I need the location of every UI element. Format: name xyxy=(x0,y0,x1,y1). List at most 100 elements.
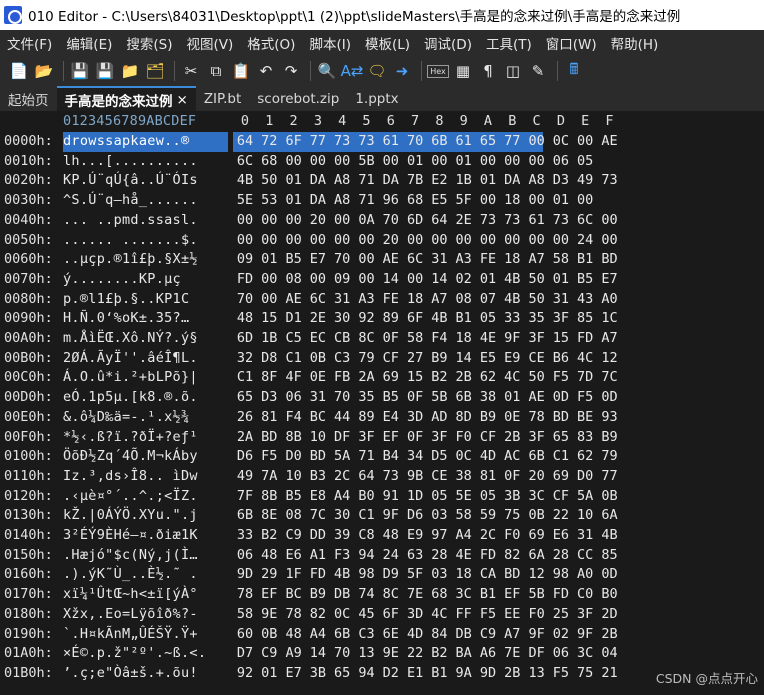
hex-byte[interactable]: BD xyxy=(257,428,281,448)
hex-byte[interactable]: 7C xyxy=(598,368,622,388)
hex-byte[interactable]: 61 xyxy=(525,211,549,231)
hex-byte[interactable]: 0E xyxy=(306,368,330,388)
hex-byte[interactable]: D8 xyxy=(257,349,281,369)
hex-byte[interactable]: 00 xyxy=(355,250,379,270)
hex-byte[interactable]: 3F xyxy=(549,309,573,329)
hex-byte[interactable]: 43 xyxy=(573,290,597,310)
hex-byte[interactable]: E7 xyxy=(306,250,330,270)
hex-byte[interactable]: A8 xyxy=(330,191,354,211)
hex-byte[interactable]: 75 xyxy=(500,506,524,526)
hex-byte[interactable]: 6C xyxy=(233,152,257,172)
cut-icon[interactable]: ✂ xyxy=(180,60,202,82)
hex-byte[interactable]: 24 xyxy=(379,546,403,566)
hex-byte[interactable]: 02 xyxy=(452,270,476,290)
hex-byte[interactable]: 3C xyxy=(452,585,476,605)
hex-byte[interactable]: 58 xyxy=(403,329,427,349)
menu-item[interactable]: 脚本(I) xyxy=(302,33,358,53)
hex-byte[interactable]: B6 xyxy=(549,349,573,369)
hex-byte[interactable]: EF xyxy=(257,585,281,605)
hex-row[interactable]: 0090h: H.Ñ.0‘%oK±.35?… 48 15 D1 2E 30 92 89 6F 4B B… xyxy=(0,309,764,329)
hex-row[interactable]: 00A0h: m.ÅìËŒ.Xô.NÝ?.ý§ 6D 1B C5 EC CB 8C 0F 58 F4… xyxy=(0,329,764,349)
ascii-text[interactable]: xï¼¹ÛtŒ~h<±ï[ýÀ° xyxy=(63,585,228,605)
hex-byte[interactable]: 98 xyxy=(355,565,379,585)
hex-byte[interactable]: F5 xyxy=(549,664,573,684)
hex-byte[interactable]: D9 xyxy=(379,565,403,585)
hex-byte[interactable]: 8D xyxy=(452,408,476,428)
hex-byte[interactable]: 05 xyxy=(476,487,500,507)
hex-row[interactable]: 0060h: ..µçp.®1î£þ.§X±½ 09 01 B5 E7 70 00 AE 6C 31… xyxy=(0,250,764,270)
hex-byte[interactable]: B9 xyxy=(427,349,451,369)
hex-byte[interactable]: 02 xyxy=(549,625,573,645)
hex-row[interactable]: 01A0h: ×É©.p.ž"²º'.~ß.<. D7 C9 A9 14 70 13 9E 22 B… xyxy=(0,644,764,664)
hex-byte[interactable]: 58 xyxy=(452,506,476,526)
redo-icon[interactable]: ↷ xyxy=(280,60,302,82)
ascii-text[interactable]: .Hæjó"$c(Ný,j(Ì… xyxy=(63,546,228,566)
hex-byte[interactable]: 00 xyxy=(525,152,549,172)
hex-byte[interactable]: 50 xyxy=(525,368,549,388)
find-icon[interactable]: 🔍 xyxy=(316,60,338,82)
menu-item[interactable]: 工具(T) xyxy=(479,33,539,53)
hex-byte[interactable]: 75 xyxy=(573,664,597,684)
hex-byte[interactable]: 00 xyxy=(282,231,306,251)
hex-byte[interactable]: 1B xyxy=(257,329,281,349)
hex-byte[interactable]: 00 xyxy=(355,270,379,290)
hex-byte[interactable]: 18 xyxy=(500,250,524,270)
hex-byte[interactable]: 78 xyxy=(282,605,306,625)
hex-byte[interactable]: 5F xyxy=(452,191,476,211)
hex-byte[interactable]: 62 xyxy=(476,368,500,388)
hex-byte[interactable]: 34 xyxy=(403,447,427,467)
hex-byte[interactable]: 7E xyxy=(403,585,427,605)
hex-byte[interactable]: 70 xyxy=(379,211,403,231)
hex-byte[interactable]: 00 xyxy=(525,231,549,251)
hex-byte[interactable]: 8B xyxy=(257,487,281,507)
hex-byte[interactable]: E9 xyxy=(403,526,427,546)
hex-byte[interactable]: 69 xyxy=(549,467,573,487)
hex-byte[interactable]: 85 xyxy=(598,546,622,566)
tab[interactable]: scorebot.zip xyxy=(249,86,347,111)
hex-byte[interactable]: 31 xyxy=(573,526,597,546)
hex-byte[interactable]: DF xyxy=(525,644,549,664)
hex-byte[interactable]: 2E xyxy=(452,211,476,231)
hex-byte[interactable]: 6B xyxy=(233,506,257,526)
hex-byte[interactable]: 00 xyxy=(525,191,549,211)
hex-byte[interactable]: 01 xyxy=(476,171,500,191)
hex-byte[interactable]: 77 xyxy=(598,467,622,487)
hex-byte[interactable]: 0C xyxy=(549,132,573,152)
hex-byte[interactable]: 65 xyxy=(549,428,573,448)
hex-row[interactable]: 0180h: Xžx,.Eo=Lÿõîð%?- 58 9E 78 82 0C 45 6F 3D 4C… xyxy=(0,605,764,625)
hex-byte[interactable]: 5E xyxy=(452,487,476,507)
hex-byte[interactable]: 01 xyxy=(257,250,281,270)
hex-byte[interactable]: C9 xyxy=(476,625,500,645)
tab[interactable]: ZIP.bt xyxy=(196,86,249,111)
hex-byte[interactable]: 9D xyxy=(476,664,500,684)
hex-byte[interactable]: FD xyxy=(233,270,257,290)
hex-byte[interactable]: 98 xyxy=(549,565,573,585)
hex-byte[interactable]: C1 xyxy=(233,368,257,388)
hex-byte[interactable]: 38 xyxy=(452,467,476,487)
hex-byte[interactable]: 3F xyxy=(573,605,597,625)
hex-byte[interactable]: 32 xyxy=(233,349,257,369)
hex-byte[interactable]: B2 xyxy=(257,526,281,546)
hex-byte[interactable]: EE xyxy=(500,605,524,625)
hex-byte[interactable]: D7 xyxy=(233,644,257,664)
ascii-text[interactable]: ×É©.p.ž"²º'.~ß.<. xyxy=(63,644,228,664)
hex-byte[interactable]: DA xyxy=(306,171,330,191)
hex-byte[interactable]: 71 xyxy=(355,447,379,467)
hex-byte[interactable]: C9 xyxy=(282,526,306,546)
hex-byte[interactable]: B9 xyxy=(598,428,622,448)
hex-byte[interactable]: FD xyxy=(476,546,500,566)
hex-byte[interactable]: 00 xyxy=(306,152,330,172)
hex-byte[interactable]: 6B xyxy=(525,447,549,467)
hex-byte[interactable]: 3C xyxy=(525,487,549,507)
hex-byte[interactable]: A4 xyxy=(330,487,354,507)
hex-byte[interactable]: 78 xyxy=(233,585,257,605)
hex-byte[interactable]: 18 xyxy=(452,565,476,585)
hex-byte[interactable]: 01 xyxy=(403,152,427,172)
ascii-text[interactable]: ý........KP.µç xyxy=(63,270,228,290)
hex-byte[interactable]: 28 xyxy=(427,546,451,566)
hex-byte[interactable]: 00 xyxy=(233,231,257,251)
hex-byte[interactable]: CA xyxy=(476,565,500,585)
goto-icon[interactable]: ➜ xyxy=(391,60,413,82)
hex-byte[interactable]: 1B xyxy=(452,171,476,191)
hex-byte[interactable]: 09 xyxy=(233,250,257,270)
